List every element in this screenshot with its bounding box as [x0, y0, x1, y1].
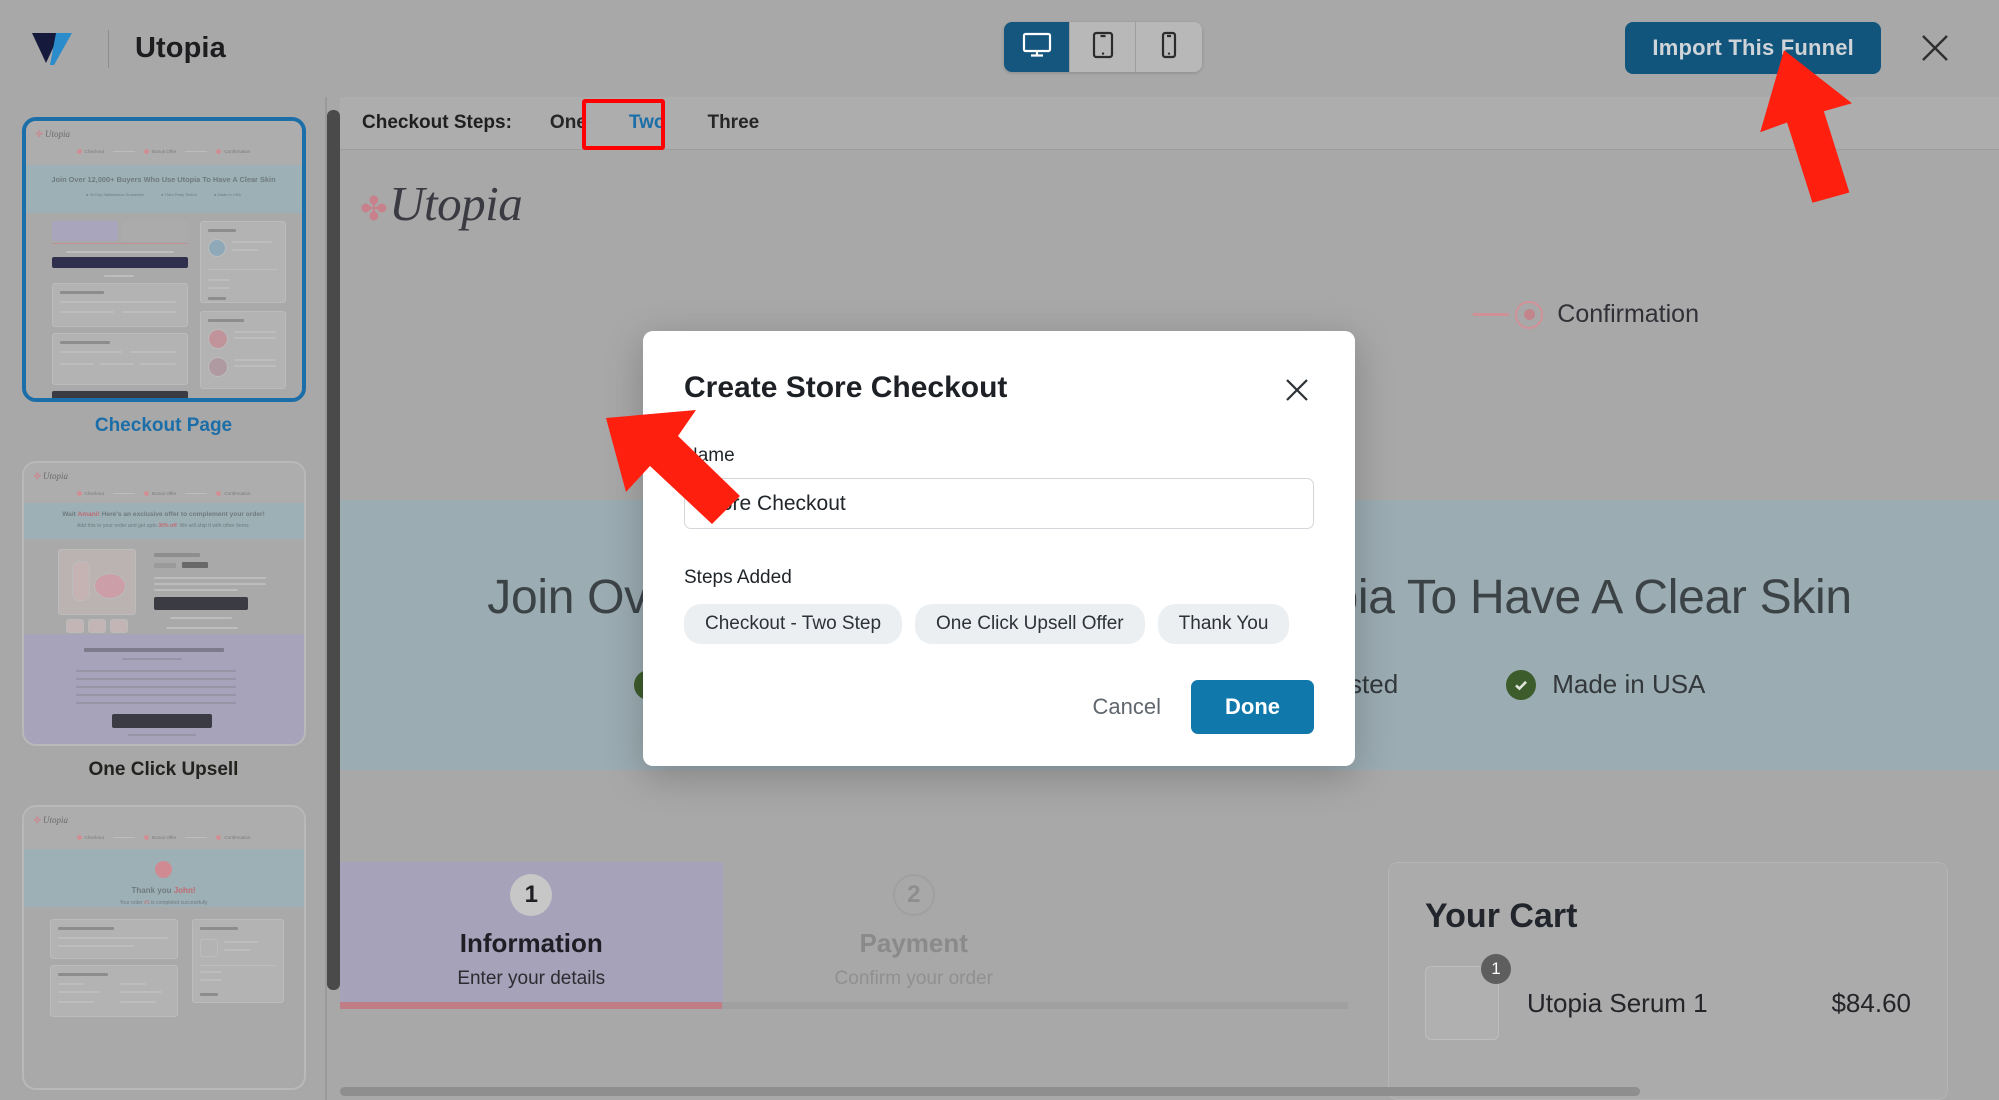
tab-three[interactable]: Three — [703, 110, 763, 136]
mini-benefits-section — [23, 634, 304, 744]
preview-logo: ✤Utopia — [360, 176, 523, 231]
device-mobile-button[interactable] — [1136, 22, 1202, 72]
v-logo-icon — [28, 29, 84, 69]
mini-thankyou-page: Utopia Checkout Bonus Offer Confirmation… — [23, 807, 304, 1088]
cart-line-item: 1 Utopia Serum 1 $84.60 — [1425, 954, 1911, 1040]
radio-filled-icon — [1515, 300, 1544, 329]
checkout-steps-label: Checkout Steps: — [362, 112, 512, 133]
close-icon[interactable] — [1915, 28, 1955, 68]
mini-body — [25, 213, 302, 398]
modal-header: Create Store Checkout — [684, 371, 1314, 407]
trust-badge-label: Made in USA — [1552, 669, 1706, 699]
checkout-progress-cards: 1 Information Enter your details 2 Payme… — [340, 862, 1105, 1002]
cart-item-thumbnail: 1 — [1425, 954, 1511, 1040]
check-circle-icon — [1506, 669, 1537, 700]
your-cart-panel: Your Cart 1 Utopia Serum 1 $84.60 — [1388, 862, 1948, 1100]
cart-item-quantity-badge: 1 — [1481, 954, 1511, 984]
step-number: 2 — [892, 874, 935, 916]
device-desktop-button[interactable] — [1004, 22, 1070, 72]
funnel-steps-sidebar[interactable]: Utopia Checkout Bonus Offer Confirmation… — [0, 97, 327, 1100]
chip-checkout-two-step[interactable]: Checkout - Two Step — [684, 604, 903, 644]
name-field-label: Name — [684, 445, 735, 466]
mini-progress-steps: Checkout Bonus Offer Confirmation — [26, 149, 302, 154]
mini-logo-icon: Utopia — [34, 815, 68, 826]
desktop-icon — [1022, 32, 1052, 63]
import-this-funnel-button[interactable]: Import This Funnel — [1625, 22, 1881, 74]
mini-product-section — [23, 539, 304, 634]
tablet-icon — [1092, 31, 1114, 64]
progress-step-label: Confirmation — [1557, 300, 1699, 328]
mobile-icon — [1160, 31, 1178, 64]
top-header-bar: Utopia Import This Funnel — [0, 0, 1999, 97]
mini-upsell-page: Utopia Checkout Bonus Offer Confirmation… — [23, 463, 304, 744]
steps-added-chips: Checkout - Two Step One Click Upsell Off… — [684, 604, 1314, 644]
v-logo-svg — [32, 32, 72, 65]
sidebar-item-label: One Click Upsell — [88, 759, 239, 780]
brand: Utopia — [0, 29, 226, 69]
thumbnail-one-click-upsell[interactable]: Utopia Checkout Bonus Offer Confirmation… — [21, 461, 306, 746]
clover-icon: ✤ — [360, 192, 388, 228]
mini-progress-steps: Checkout Bonus Offer Confirmation — [24, 835, 304, 840]
modal-close-icon[interactable] — [1280, 373, 1314, 407]
step-subtitle: Enter your details — [457, 968, 606, 989]
create-store-checkout-modal: Create Store Checkout Name Steps Added C… — [643, 331, 1355, 766]
step-subtitle: Confirm your order — [834, 968, 993, 989]
modal-title: Create Store Checkout — [684, 371, 1008, 404]
trust-badge: Made in USA — [1506, 669, 1705, 700]
checkout-step-information[interactable]: 1 Information Enter your details — [340, 862, 723, 1002]
cart-item-price: $84.60 — [1831, 987, 1911, 1018]
device-switcher[interactable] — [1004, 22, 1202, 72]
preview-horizontal-scrollbar[interactable] — [340, 1087, 1640, 1096]
modal-footer-actions: Cancel Done — [1075, 680, 1314, 734]
checkout-step-payment[interactable]: 2 Payment Confirm your order — [723, 862, 1106, 1002]
done-button[interactable]: Done — [1191, 680, 1314, 734]
mini-hero: Join Over 12,000+ Buyers Who Use Utopia … — [25, 165, 302, 213]
sidebar-item-one-click-upsell[interactable]: Utopia Checkout Bonus Offer Confirmation… — [21, 461, 306, 781]
cancel-button[interactable]: Cancel — [1075, 682, 1179, 732]
mini-checkout-page: Utopia Checkout Bonus Offer Confirmation… — [25, 121, 302, 398]
thumbnail-checkout-page[interactable]: Utopia Checkout Bonus Offer Confirmation… — [21, 117, 306, 402]
sidebar-item-label: Checkout Page — [94, 415, 233, 436]
checkout-steps-toolbar: Checkout Steps: One Two Three — [340, 97, 1999, 150]
step-title: Payment — [859, 928, 968, 958]
chip-thank-you[interactable]: Thank You — [1157, 604, 1290, 644]
thumbnail-thank-you[interactable]: Utopia Checkout Bonus Offer Confirmation… — [21, 805, 306, 1090]
mini-logo-icon: Utopia — [34, 471, 68, 482]
mini-hero: Thank you John! Your order #1 is complet… — [23, 849, 304, 907]
mini-logo-icon: Utopia — [36, 129, 70, 140]
tab-one[interactable]: One — [546, 110, 591, 136]
mini-hero: Wait Amani! Here's an exclusive offer to… — [23, 503, 304, 539]
tab-two[interactable]: Two — [625, 110, 670, 136]
app-root: Utopia Import This Funnel ✤ Utopia Check… — [0, 0, 1999, 1100]
step-connector — [1473, 313, 1510, 316]
mini-order-section — [23, 907, 304, 1088]
preview-vertical-scrollbar[interactable] — [327, 110, 340, 990]
progress-step-confirmation: Confirmation — [1515, 300, 1699, 329]
sidebar-item-thank-you[interactable]: Utopia Checkout Bonus Offer Confirmation… — [21, 805, 306, 1100]
preview-progress-steps: Confirmation — [1467, 300, 1699, 329]
cart-title: Your Cart — [1425, 897, 1578, 935]
device-tablet-button[interactable] — [1070, 22, 1136, 72]
cart-item-name: Utopia Serum 1 — [1527, 987, 1708, 1018]
preview-lower-section: 1 Information Enter your details 2 Payme… — [340, 770, 1999, 1100]
chip-one-click-upsell-offer[interactable]: One Click Upsell Offer — [915, 604, 1145, 644]
page-title: Utopia — [135, 32, 226, 64]
step-title: Information — [459, 928, 603, 958]
brand-divider — [108, 29, 109, 68]
mini-progress-steps: Checkout Bonus Offer Confirmation — [24, 491, 304, 496]
steps-added-label: Steps Added — [684, 567, 792, 588]
checkout-progress-bar — [340, 1002, 1348, 1009]
name-input[interactable] — [684, 478, 1314, 529]
sidebar-item-checkout-page[interactable]: Utopia Checkout Bonus Offer Confirmation… — [21, 117, 306, 437]
step-number: 1 — [510, 874, 553, 916]
